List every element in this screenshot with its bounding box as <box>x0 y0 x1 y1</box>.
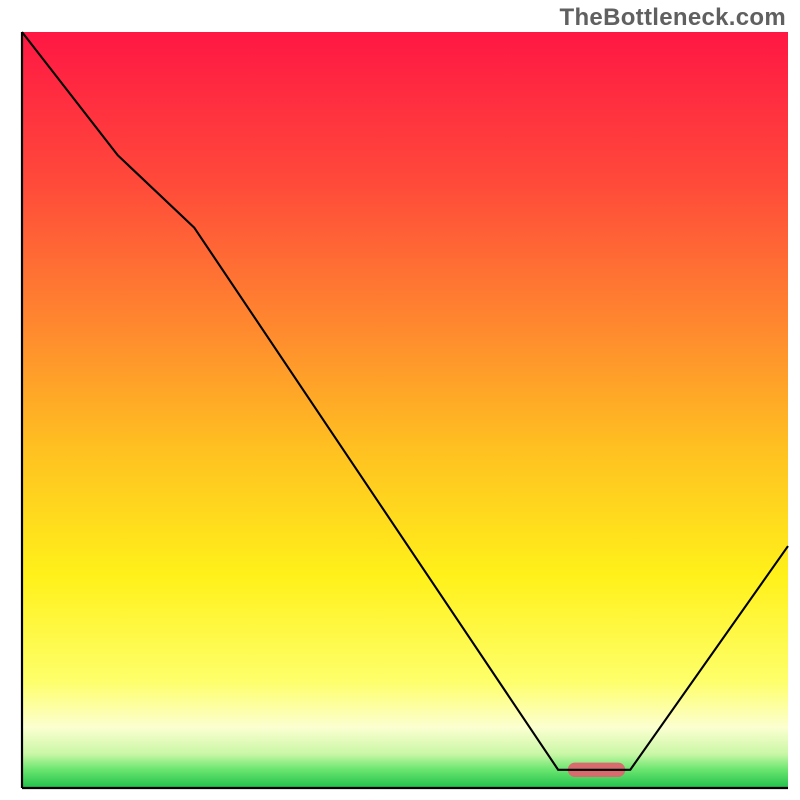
bottleneck-plot <box>0 0 800 800</box>
chart-frame: TheBottleneck.com <box>0 0 800 800</box>
plot-background <box>22 32 788 788</box>
watermark-text: TheBottleneck.com <box>560 4 786 32</box>
